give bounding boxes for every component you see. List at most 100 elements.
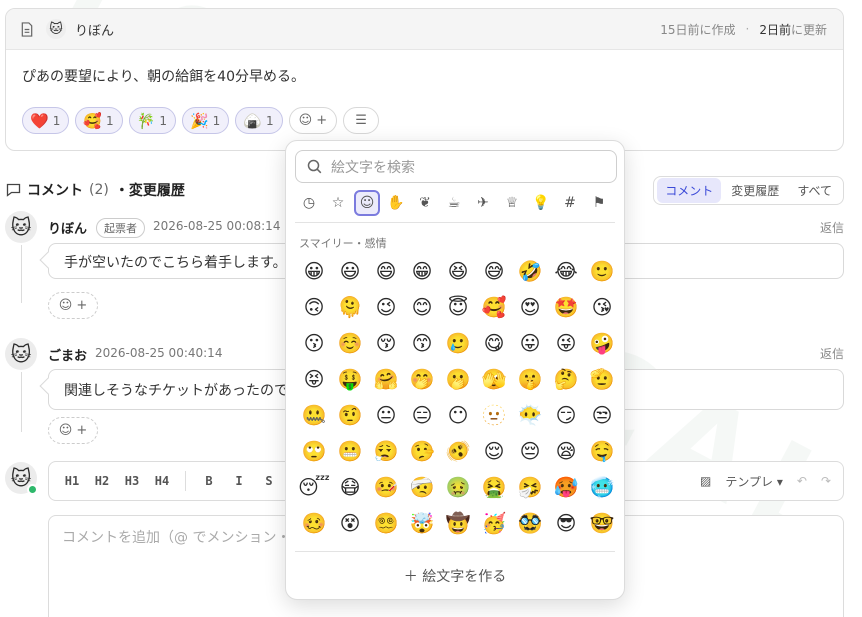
emoji-option[interactable]: 😶 <box>440 397 476 433</box>
emoji-search-input[interactable]: 絵文字を検索 <box>295 150 617 183</box>
filter-tab[interactable]: 変更履歴 <box>723 178 787 203</box>
emoji-option[interactable]: 😒 <box>584 397 620 433</box>
create-emoji-button[interactable]: ＋ 絵文字を作る <box>286 566 624 586</box>
filter-tab[interactable]: コメント <box>657 178 722 203</box>
bold-button[interactable]: B <box>194 474 224 488</box>
emoji-option[interactable]: 🫥 <box>476 397 512 433</box>
emoji-option[interactable]: 🥳 <box>476 505 512 541</box>
emoji-option[interactable]: 🤮 <box>476 469 512 505</box>
redo-icon[interactable]: ↷ <box>821 474 831 488</box>
emoji-option[interactable]: 🫢 <box>440 361 476 397</box>
strike-button[interactable]: S <box>254 474 284 488</box>
reaction-chip[interactable]: 🎋 1 <box>128 107 176 134</box>
smiley-icon[interactable]: ☺ <box>354 190 380 216</box>
emoji-option[interactable]: 😏 <box>548 397 584 433</box>
emoji-option[interactable]: 😮‍💨 <box>368 433 404 469</box>
emoji-option[interactable]: 🤗 <box>368 361 404 397</box>
emoji-option[interactable]: 🫨 <box>440 433 476 469</box>
template-dropdown[interactable]: テンプレ ▾ <box>725 473 782 490</box>
emoji-option[interactable]: 😬 <box>332 433 368 469</box>
emoji-option[interactable]: 😃 <box>332 253 368 289</box>
emoji-option[interactable]: 😵 <box>332 505 368 541</box>
filter-tab[interactable]: すべて <box>789 178 840 203</box>
emoji-option[interactable]: 🤠 <box>440 505 476 541</box>
emoji-option[interactable]: 🤪 <box>584 325 620 361</box>
heading1-button[interactable]: H1 <box>57 474 87 488</box>
emoji-option[interactable]: 😂 <box>548 253 584 289</box>
emoji-option[interactable]: 😵‍💫 <box>368 505 404 541</box>
emoji-option[interactable]: 😀 <box>296 253 332 289</box>
emoji-option[interactable]: 🤓 <box>584 505 620 541</box>
emoji-option[interactable]: 😘 <box>584 289 620 325</box>
emoji-option[interactable]: 🙂 <box>584 253 620 289</box>
emoji-option[interactable]: 🤯 <box>404 505 440 541</box>
image-icon[interactable]: ▨ <box>700 474 711 488</box>
emoji-option[interactable]: 😛 <box>512 325 548 361</box>
emoji-option[interactable]: ☺️ <box>332 325 368 361</box>
emoji-option[interactable]: 🤒 <box>368 469 404 505</box>
emoji-option[interactable]: 🤩 <box>548 289 584 325</box>
emoji-option[interactable]: 🤣 <box>512 253 548 289</box>
emoji-option[interactable]: 😊 <box>404 289 440 325</box>
emoji-option[interactable]: 🫠 <box>332 289 368 325</box>
hash-icon[interactable]: # <box>557 190 583 216</box>
emoji-option[interactable]: 😄 <box>368 253 404 289</box>
reaction-chip[interactable]: 🥰 1 <box>75 107 123 134</box>
add-reaction-button[interactable]: ☺ + <box>288 107 338 134</box>
add-reaction-button[interactable]: ☺ + <box>48 417 98 444</box>
emoji-option[interactable]: 😝 <box>296 361 332 397</box>
heading2-button[interactable]: H2 <box>87 474 117 488</box>
hand-icon[interactable]: ✋ <box>383 190 409 216</box>
emoji-option[interactable]: 🥸 <box>512 505 548 541</box>
heading4-button[interactable]: H4 <box>147 474 177 488</box>
emoji-option[interactable]: 🥶 <box>584 469 620 505</box>
emoji-option[interactable]: 🤭 <box>404 361 440 397</box>
emoji-option[interactable]: 😆 <box>440 253 476 289</box>
list-icon[interactable]: ☰ <box>343 107 380 134</box>
italic-button[interactable]: I <box>224 474 254 488</box>
cup-icon[interactable]: ☕ <box>441 190 467 216</box>
emoji-option[interactable]: 😔 <box>512 433 548 469</box>
trophy-icon[interactable]: ♕ <box>499 190 525 216</box>
reply-button[interactable]: 返信 <box>820 345 844 362</box>
emoji-option[interactable]: 🤨 <box>332 397 368 433</box>
reaction-chip[interactable]: 🍙 1 <box>235 107 283 134</box>
emoji-option[interactable]: 😌 <box>476 433 512 469</box>
emoji-option[interactable]: 😁 <box>404 253 440 289</box>
heading3-button[interactable]: H3 <box>117 474 147 488</box>
bulb-icon[interactable]: 💡 <box>528 190 554 216</box>
emoji-option[interactable]: 🙃 <box>296 289 332 325</box>
plane-icon[interactable]: ✈ <box>470 190 496 216</box>
emoji-option[interactable]: 😉 <box>368 289 404 325</box>
emoji-option[interactable]: 😑 <box>404 397 440 433</box>
emoji-option[interactable]: 😇 <box>440 289 476 325</box>
emoji-option[interactable]: 🥴 <box>296 505 332 541</box>
add-reaction-button[interactable]: ☺ + <box>48 292 98 319</box>
recent-icon[interactable]: ◷ <box>296 190 322 216</box>
flag-icon[interactable]: ⚑ <box>586 190 612 216</box>
emoji-option[interactable]: 🫣 <box>476 361 512 397</box>
emoji-option[interactable]: 😋 <box>476 325 512 361</box>
emoji-option[interactable]: 😎 <box>548 505 584 541</box>
emoji-option[interactable]: 🤢 <box>440 469 476 505</box>
emoji-option[interactable]: 😗 <box>296 325 332 361</box>
emoji-option[interactable]: 🤥 <box>404 433 440 469</box>
emoji-option[interactable]: 😚 <box>368 325 404 361</box>
reaction-chip[interactable]: 🎉 1 <box>181 107 230 134</box>
emoji-option[interactable]: 😴 <box>296 469 332 505</box>
emoji-option[interactable]: 😶‍🌫️ <box>512 397 548 433</box>
leaf-icon[interactable]: ❦ <box>412 190 438 216</box>
emoji-option[interactable]: 😷 <box>332 469 368 505</box>
emoji-option[interactable]: 🤐 <box>296 397 332 433</box>
reaction-chip[interactable]: ❤️ 1 <box>22 107 70 134</box>
emoji-option[interactable]: 😐 <box>368 397 404 433</box>
emoji-option[interactable]: 🫡 <box>584 361 620 397</box>
emoji-option[interactable]: 🤕 <box>404 469 440 505</box>
emoji-option[interactable]: 🙄 <box>296 433 332 469</box>
emoji-option[interactable]: 😍 <box>512 289 548 325</box>
emoji-option[interactable]: 🤤 <box>584 433 620 469</box>
emoji-option[interactable]: 🥰 <box>476 289 512 325</box>
emoji-option[interactable]: 🤧 <box>512 469 548 505</box>
reply-button[interactable]: 返信 <box>820 219 844 236</box>
emoji-option[interactable]: 😙 <box>404 325 440 361</box>
